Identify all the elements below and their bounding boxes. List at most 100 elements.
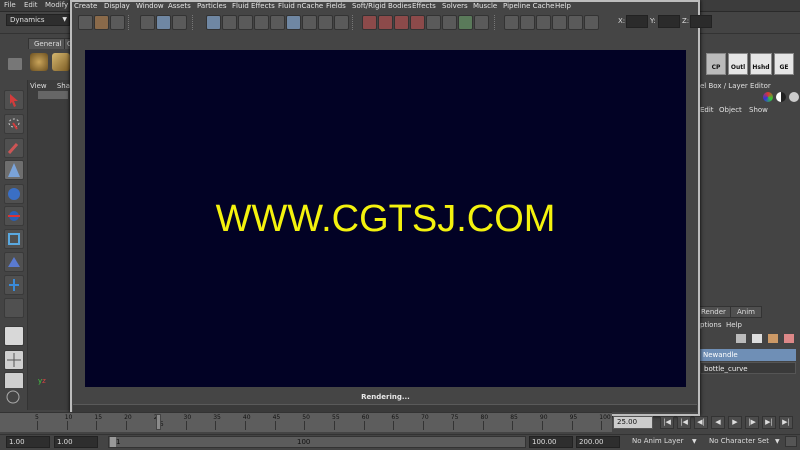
new-empty-layer-icon[interactable] bbox=[752, 334, 762, 343]
snap-view-plane-icon[interactable] bbox=[254, 15, 269, 30]
play-forward-button[interactable]: ▶ bbox=[728, 416, 742, 429]
playback-end-field[interactable]: 100.00 bbox=[529, 436, 573, 448]
channel-box-menu-object[interactable]: Object bbox=[719, 106, 742, 114]
start-time-field[interactable]: 1.00 bbox=[6, 436, 50, 448]
menu-soft-rigid-bodies[interactable]: Soft/Rigid Bodies bbox=[352, 2, 411, 10]
shelf-options-icon[interactable] bbox=[8, 58, 22, 70]
color-wheel-icon[interactable] bbox=[763, 92, 773, 102]
render-settings-icon[interactable] bbox=[410, 15, 425, 30]
channel-box-menu-show[interactable]: Show bbox=[749, 106, 768, 114]
current-time-field[interactable]: 25.00 bbox=[613, 416, 653, 429]
select-tool-icon[interactable] bbox=[4, 90, 24, 110]
playback-start-field[interactable]: 1.00 bbox=[54, 436, 98, 448]
menu-display[interactable]: Display bbox=[104, 2, 130, 10]
lasso-tool-icon[interactable] bbox=[4, 114, 24, 134]
field-y-input[interactable] bbox=[658, 15, 680, 28]
anim-layer-select[interactable]: No Anim Layer bbox=[630, 436, 696, 448]
render-globals-icon[interactable] bbox=[4, 388, 24, 408]
menu-create[interactable]: Create bbox=[74, 2, 97, 10]
snap-point-icon[interactable] bbox=[238, 15, 253, 30]
menu-modify[interactable]: Modify bbox=[45, 1, 68, 9]
character-set-select[interactable]: No Character Set bbox=[707, 436, 777, 448]
menu-fields[interactable]: Fields bbox=[326, 2, 346, 10]
channel-box-menu-edit[interactable]: Edit bbox=[700, 106, 714, 114]
render-region-icon[interactable] bbox=[394, 15, 409, 30]
new-scene-icon[interactable] bbox=[78, 15, 93, 30]
single-view-layout-icon[interactable] bbox=[4, 326, 24, 346]
zoom-out-icon[interactable] bbox=[552, 15, 567, 30]
sphere-icon[interactable] bbox=[789, 92, 799, 102]
select-component-icon[interactable] bbox=[172, 15, 187, 30]
render-current-frame-icon[interactable] bbox=[362, 15, 377, 30]
step-back-key-button[interactable]: |◀ bbox=[677, 416, 691, 429]
save-scene-icon[interactable] bbox=[110, 15, 125, 30]
go-to-start-button[interactable]: |◀ bbox=[660, 416, 674, 429]
shelf-button-hypershade[interactable]: Hshd bbox=[750, 53, 772, 75]
select-object-icon[interactable] bbox=[156, 15, 171, 30]
snap-grid-icon[interactable] bbox=[206, 15, 221, 30]
real-size-icon[interactable] bbox=[568, 15, 583, 30]
shelf-button-graph-editor[interactable]: GE bbox=[774, 53, 794, 75]
new-layer-icon[interactable] bbox=[736, 334, 746, 343]
range-slider[interactable] bbox=[108, 436, 526, 448]
scale-tool-icon[interactable] bbox=[4, 206, 24, 226]
menu-muscle[interactable]: Muscle bbox=[473, 2, 497, 10]
menu-help[interactable]: Help bbox=[555, 2, 571, 10]
display-rgb-icon[interactable] bbox=[504, 15, 519, 30]
step-back-frame-button[interactable]: ◀| bbox=[694, 416, 708, 429]
current-frame-marker[interactable] bbox=[156, 414, 161, 430]
menu-assets[interactable]: Assets bbox=[168, 2, 191, 10]
shelf-button-outliner[interactable]: Outl bbox=[728, 53, 748, 75]
open-scene-icon[interactable] bbox=[94, 15, 109, 30]
step-forward-frame-button[interactable]: |▶ bbox=[745, 416, 759, 429]
menu-pipeline-cache[interactable]: Pipeline Cache bbox=[503, 2, 554, 10]
render-window-scrollbar[interactable] bbox=[73, 404, 697, 412]
menu-effects[interactable]: Effects bbox=[412, 2, 436, 10]
menu-solvers[interactable]: Solvers bbox=[442, 2, 468, 10]
snap-icon[interactable] bbox=[334, 15, 349, 30]
menu-edit[interactable]: Edit bbox=[24, 1, 38, 9]
render-view-icon[interactable] bbox=[442, 15, 457, 30]
make-live-icon[interactable] bbox=[270, 15, 285, 30]
soft-mod-tool-icon[interactable] bbox=[4, 252, 24, 272]
play-backward-button[interactable]: ◀ bbox=[711, 416, 725, 429]
manipulator-tool-icon[interactable] bbox=[4, 229, 24, 249]
zoom-in-icon[interactable] bbox=[536, 15, 551, 30]
menu-window[interactable]: Window bbox=[136, 2, 164, 10]
contrast-icon[interactable] bbox=[776, 92, 786, 102]
menu-file[interactable]: File bbox=[4, 1, 16, 9]
field-x-input[interactable] bbox=[626, 15, 648, 28]
tab-anim-layers[interactable]: Anim bbox=[730, 306, 762, 318]
viewport-toolbar[interactable] bbox=[38, 91, 68, 99]
cube-shelf-icon[interactable] bbox=[52, 53, 70, 71]
paint-select-tool-icon[interactable] bbox=[4, 138, 24, 158]
menu-fluid-effects[interactable]: Fluid Effects bbox=[232, 2, 275, 10]
four-view-layout-icon[interactable] bbox=[4, 350, 24, 370]
key-icon[interactable] bbox=[785, 436, 797, 447]
layer-settings-icon[interactable] bbox=[784, 334, 794, 343]
sphere-shelf-icon[interactable] bbox=[30, 53, 48, 71]
frame-image-icon[interactable] bbox=[584, 15, 599, 30]
select-hierarchy-icon[interactable] bbox=[140, 15, 155, 30]
menu-particles[interactable]: Particles bbox=[197, 2, 227, 10]
last-tool-icon[interactable] bbox=[4, 275, 24, 295]
layer-item[interactable]: bottle_curve bbox=[700, 362, 796, 374]
rotate-tool-icon[interactable] bbox=[4, 184, 24, 204]
layer-menu-options[interactable]: ptions bbox=[700, 321, 722, 329]
step-forward-key-button[interactable]: ▶| bbox=[762, 416, 776, 429]
end-time-field[interactable]: 200.00 bbox=[576, 436, 620, 448]
move-tool-icon[interactable] bbox=[4, 160, 24, 180]
shelf-tab-general[interactable]: General bbox=[28, 38, 68, 49]
layer-menu-help[interactable]: Help bbox=[726, 321, 742, 329]
ipr-render-icon[interactable] bbox=[378, 15, 393, 30]
snap-curve-icon[interactable] bbox=[222, 15, 237, 30]
shelf-button-cp[interactable]: CP bbox=[706, 53, 726, 75]
go-to-end-button[interactable]: ▶| bbox=[779, 416, 793, 429]
mode-select[interactable]: Dynamics ▼ bbox=[6, 14, 70, 26]
help-icon[interactable] bbox=[318, 15, 333, 30]
remove-image-icon[interactable] bbox=[474, 15, 489, 30]
menu-fluid-ncache[interactable]: Fluid nCache bbox=[278, 2, 323, 10]
construction-history-icon[interactable] bbox=[302, 15, 317, 30]
keep-image-icon[interactable] bbox=[458, 15, 473, 30]
render-globals-button-icon[interactable] bbox=[426, 15, 441, 30]
